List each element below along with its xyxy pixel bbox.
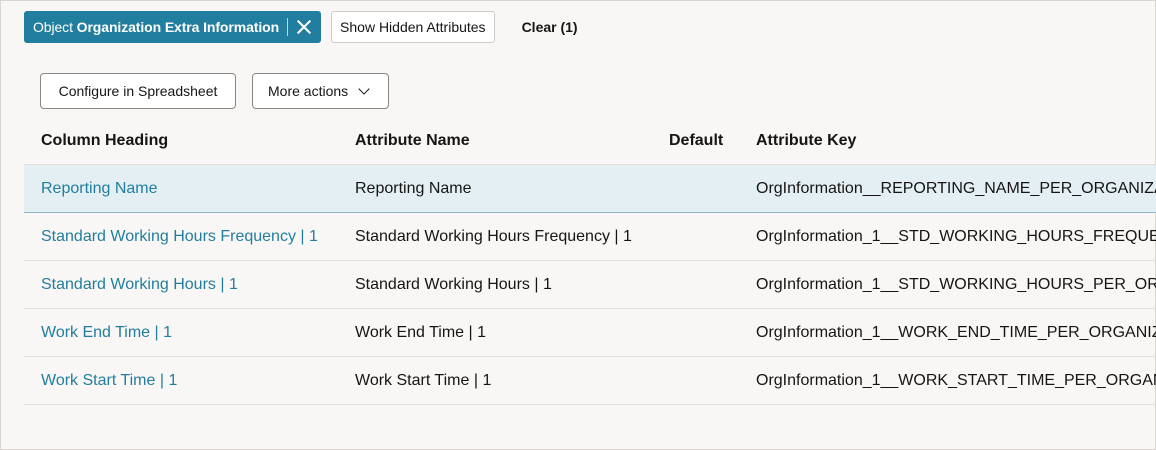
close-icon[interactable]: [295, 18, 313, 36]
attribute-key-cell: OrgInformation_1__STD_WORKING_HOURS_PER_…: [756, 275, 1156, 293]
header-column-heading[interactable]: Column Heading: [41, 117, 168, 164]
show-hidden-attributes-button[interactable]: Show Hidden Attributes: [331, 11, 495, 43]
filter-chip-object[interactable]: Object Organization Extra Information: [24, 11, 322, 43]
filter-chip-label: Object Organization Extra Information: [33, 19, 279, 35]
header-attribute-name[interactable]: Attribute Name: [355, 117, 470, 164]
filter-chip-value: Organization Extra Information: [76, 19, 280, 35]
header-default[interactable]: Default: [669, 117, 723, 164]
column-heading-link[interactable]: Work End Time | 1: [41, 309, 172, 356]
chip-divider: [287, 18, 289, 36]
attribute-key-cell: OrgInformation_1__WORK_START_TIME_PER_OR…: [756, 371, 1156, 389]
chevron-down-icon: [358, 83, 370, 95]
attribute-name-cell: Standard Working Hours Frequency | 1: [355, 227, 632, 245]
column-heading-link[interactable]: Work Start Time | 1: [41, 357, 177, 404]
table-row[interactable]: Standard Working Hours | 1 Standard Work…: [24, 261, 1156, 309]
more-actions-button[interactable]: More actions: [252, 73, 389, 109]
filter-chip-prefix: Object: [33, 19, 73, 35]
table-header-row: Column Heading Attribute Name Default At…: [24, 117, 1156, 165]
clear-filters-button[interactable]: Clear (1): [522, 19, 578, 35]
table-row[interactable]: Reporting Name Reporting Name OrgInforma…: [24, 165, 1156, 213]
configure-button-label: Configure in Spreadsheet: [58, 83, 218, 99]
attribute-name-cell: Work Start Time | 1: [355, 371, 492, 389]
attribute-name-cell: Standard Working Hours | 1: [355, 275, 552, 293]
more-actions-label: More actions: [268, 83, 349, 99]
attribute-key-cell: OrgInformation_1__STD_WORKING_HOURS_FREQ…: [756, 227, 1156, 245]
attributes-table: Column Heading Attribute Name Default At…: [24, 117, 1156, 405]
filter-bar: Object Organization Extra Information Sh…: [24, 11, 578, 43]
table-row[interactable]: Work End Time | 1 Work End Time | 1 OrgI…: [24, 309, 1156, 357]
attribute-name-cell: Work End Time | 1: [355, 323, 487, 341]
table-row[interactable]: Work Start Time | 1 Work Start Time | 1 …: [24, 357, 1156, 405]
table-row[interactable]: Standard Working Hours Frequency | 1 Sta…: [24, 213, 1156, 261]
toolbar: Configure in Spreadsheet More actions: [40, 73, 389, 109]
attribute-key-cell: OrgInformation_1__WORK_END_TIME_PER_ORGA…: [756, 323, 1156, 341]
configure-in-spreadsheet-button[interactable]: Configure in Spreadsheet: [40, 73, 236, 109]
attribute-name-cell: Reporting Name: [355, 179, 472, 197]
column-heading-link[interactable]: Standard Working Hours | 1: [41, 261, 238, 308]
attribute-key-cell: OrgInformation__REPORTING_NAME_PER_ORGAN…: [756, 179, 1156, 197]
column-heading-link[interactable]: Reporting Name: [41, 165, 158, 212]
column-heading-link[interactable]: Standard Working Hours Frequency | 1: [41, 213, 318, 260]
header-attribute-key[interactable]: Attribute Key: [756, 117, 856, 164]
